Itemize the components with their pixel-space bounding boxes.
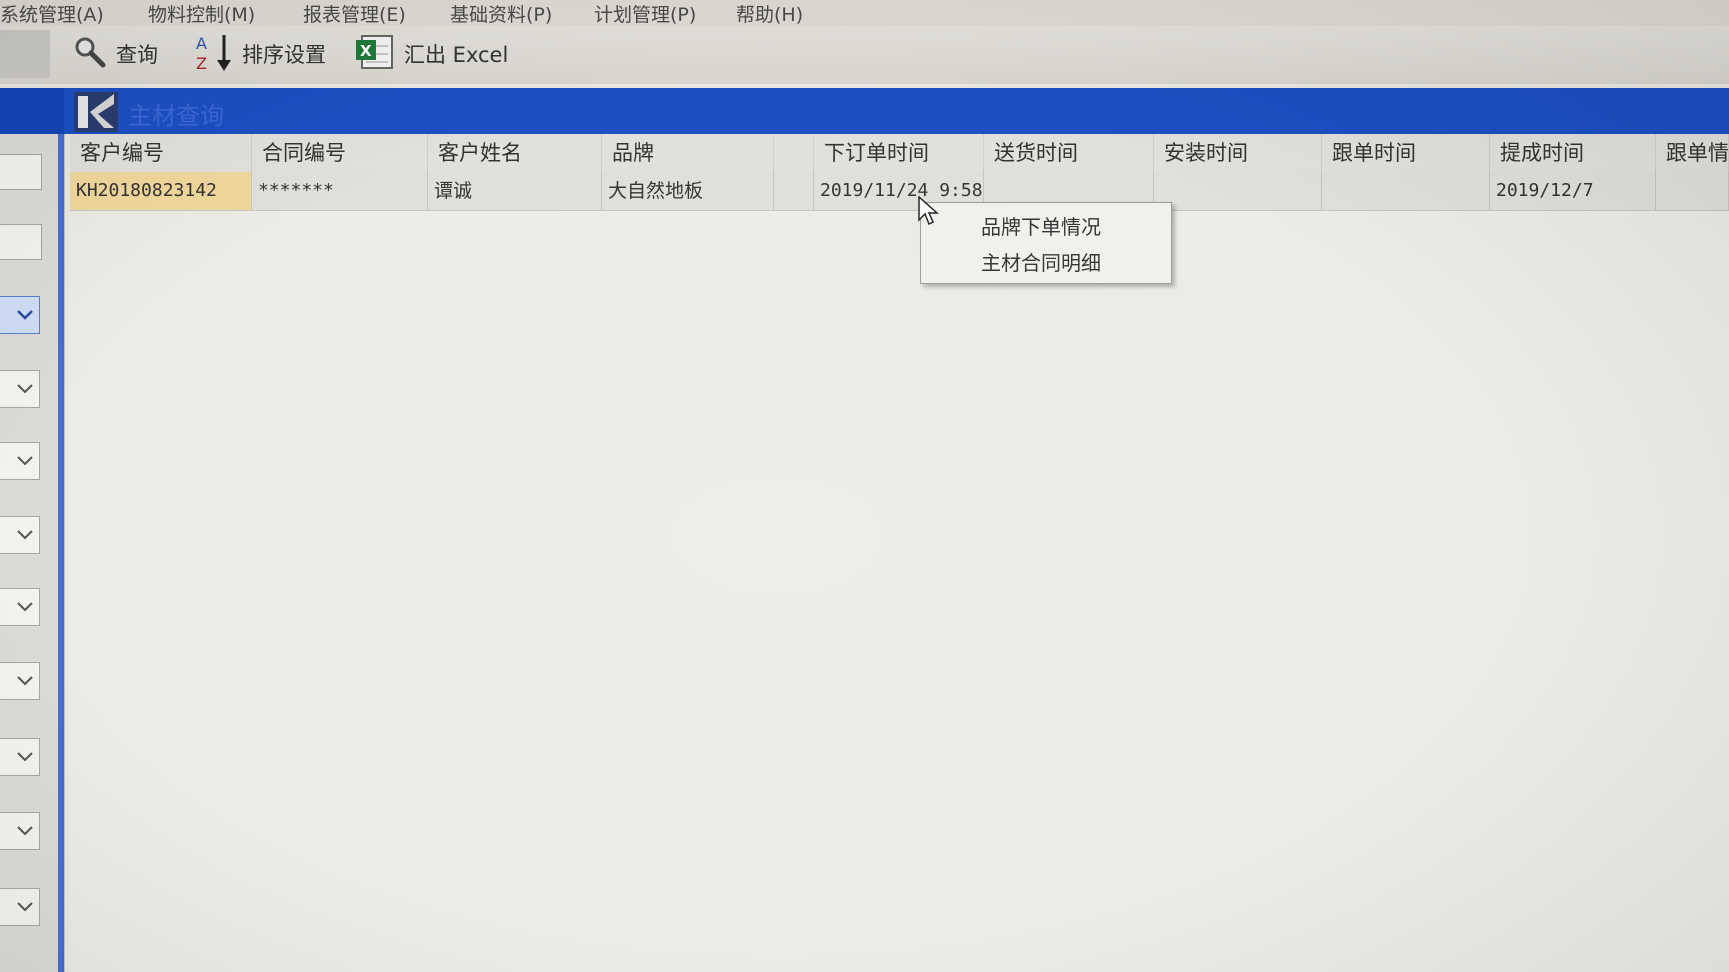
chevron-down-icon (17, 384, 33, 394)
export-excel-button[interactable]: X 汇出 Excel (354, 34, 508, 74)
cell-customer-name[interactable]: 谭诚 (428, 172, 602, 210)
svg-text:A: A (196, 34, 207, 53)
window-title: 主材查询 (128, 102, 224, 130)
filter-select-9[interactable] (0, 888, 40, 926)
sort-settings-label: 排序设置 (242, 43, 326, 67)
query-label: 查询 (116, 43, 158, 67)
filter-input-1[interactable] (0, 154, 42, 190)
search-icon (72, 35, 108, 74)
cell-follow-status[interactable] (1656, 172, 1729, 210)
chevron-down-icon (17, 456, 33, 466)
window-title-bar: 主材查询 (0, 88, 1729, 134)
filter-select-4[interactable] (0, 516, 40, 554)
column-header-blank[interactable] (774, 134, 814, 172)
chevron-down-icon (17, 826, 33, 836)
excel-icon: X (354, 32, 396, 77)
column-header-customer-name[interactable]: 客户姓名 (428, 134, 602, 172)
filter-select-5[interactable] (0, 588, 40, 626)
filter-input-2[interactable] (0, 224, 42, 260)
chevron-down-icon (17, 602, 33, 612)
column-header-follow-status[interactable]: 跟单情况 (1656, 134, 1729, 172)
mouse-cursor-icon (918, 195, 940, 230)
table-row[interactable]: KH20180823142 ******* 谭诚 大自然地板 2019/11/2… (70, 172, 1729, 211)
context-menu-item-contract-details[interactable]: 主材合同明细 (981, 247, 1101, 276)
cell-brand[interactable]: 大自然地板 (602, 172, 774, 210)
menu-help[interactable]: 帮助(H) (736, 0, 803, 27)
filter-select-3[interactable] (0, 442, 40, 480)
context-menu: 品牌下单情况 主材合同明细 (920, 202, 1172, 284)
panel-divider (58, 134, 64, 972)
data-grid: 客户编号 合同编号 客户姓名 品牌 下订单时间 送货时间 安装时间 跟单时间 提… (70, 134, 1729, 972)
column-header-commission-time[interactable]: 提成时间 (1490, 134, 1656, 172)
filter-select-8[interactable] (0, 812, 40, 850)
column-header-delivery-time[interactable]: 送货时间 (984, 134, 1154, 172)
svg-text:Z: Z (196, 54, 207, 72)
export-excel-label: 汇出 Excel (404, 43, 509, 67)
column-header-brand[interactable]: 品牌 (602, 134, 774, 172)
chevron-down-icon (17, 676, 33, 686)
cell-follow-time[interactable] (1322, 172, 1490, 210)
chevron-down-icon (17, 310, 33, 320)
chevron-down-icon (17, 902, 33, 912)
column-header-customer-id[interactable]: 客户编号 (70, 134, 252, 172)
chevron-down-icon (17, 752, 33, 762)
menu-system[interactable]: 系统管理(A) (0, 0, 104, 27)
filter-select-2[interactable] (0, 370, 40, 408)
app-logo-icon (74, 92, 118, 132)
menu-reports[interactable]: 报表管理(E) (303, 0, 406, 27)
context-menu-item-brand-orders[interactable]: 品牌下单情况 (981, 211, 1101, 240)
grid-header-row: 客户编号 合同编号 客户姓名 品牌 下订单时间 送货时间 安装时间 跟单时间 提… (70, 134, 1729, 173)
sort-settings-button[interactable]: A Z 排序设置 (194, 34, 326, 74)
column-header-order-time[interactable]: 下订单时间 (814, 134, 984, 172)
toolbar: 查询 A Z 排序设置 X 汇出 Excel (0, 26, 1729, 84)
title-bar-left-strip (0, 88, 64, 134)
svg-text:X: X (360, 42, 372, 60)
sort-az-icon: A Z (194, 32, 234, 77)
menu-material-control[interactable]: 物料控制(M) (148, 0, 255, 27)
query-button[interactable]: 查询 (72, 34, 158, 74)
menu-base-data[interactable]: 基础资料(P) (450, 0, 552, 27)
filter-select-1[interactable] (0, 296, 40, 334)
cell-blank[interactable] (774, 172, 814, 210)
menu-bar: 系统管理(A) 物料控制(M) 报表管理(E) 基础资料(P) 计划管理(P) … (0, 0, 1729, 26)
cell-install-time[interactable] (1154, 172, 1322, 210)
column-header-follow-time[interactable]: 跟单时间 (1322, 134, 1490, 172)
filter-select-7[interactable] (0, 738, 40, 776)
filter-panel (0, 134, 65, 972)
cell-customer-id[interactable]: KH20180823142 (70, 172, 252, 210)
cell-commission-time[interactable]: 2019/12/7 (1490, 172, 1656, 210)
menu-plan[interactable]: 计划管理(P) (594, 0, 696, 27)
column-header-contract-id[interactable]: 合同编号 (252, 134, 428, 172)
toolbar-grip (0, 30, 50, 78)
chevron-down-icon (17, 530, 33, 540)
column-header-install-time[interactable]: 安装时间 (1154, 134, 1322, 172)
filter-select-6[interactable] (0, 662, 40, 700)
cell-contract-id[interactable]: ******* (252, 172, 428, 210)
